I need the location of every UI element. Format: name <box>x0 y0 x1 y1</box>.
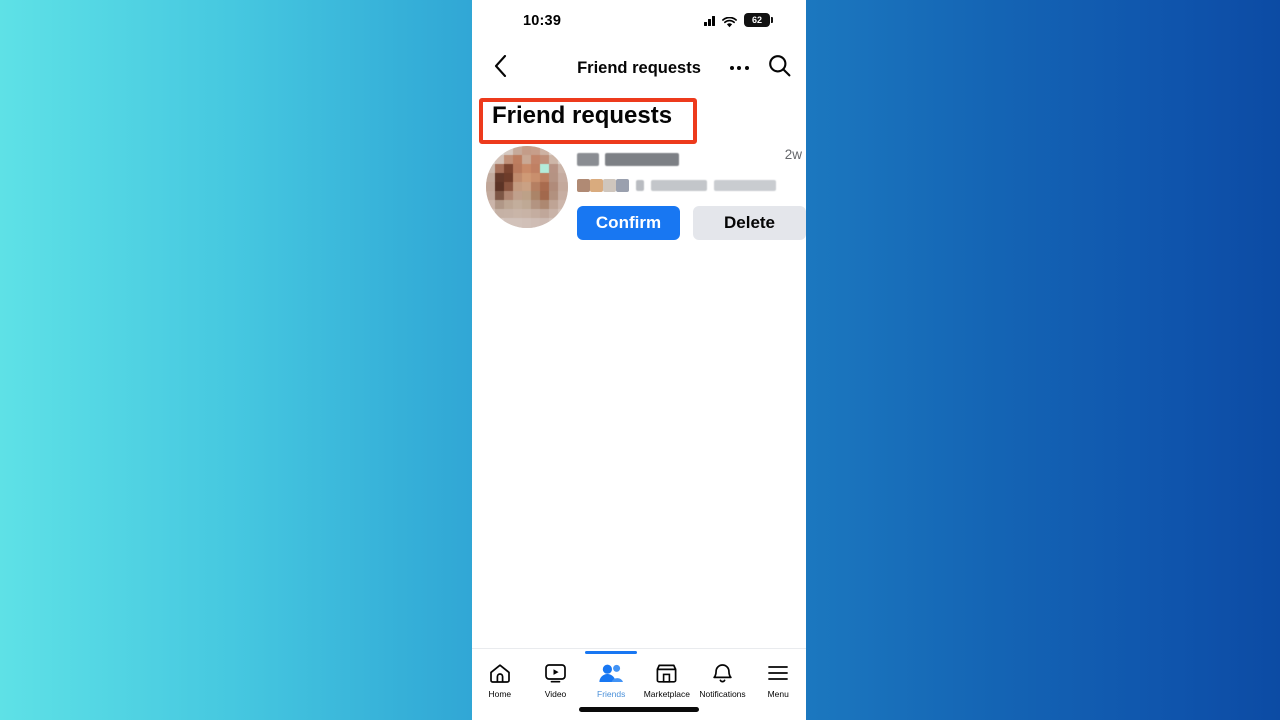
wifi-icon <box>722 15 737 27</box>
phone-screen: 10:39 62 Friend requests Friend requests… <box>472 0 806 720</box>
home-icon <box>489 662 511 684</box>
delete-button[interactable]: Delete <box>693 206 806 240</box>
status-time: 10:39 <box>523 13 562 29</box>
nav-label-notifications: Notifications <box>699 689 746 699</box>
home-indicator <box>579 707 699 712</box>
mutual-text-redacted-b <box>651 179 707 191</box>
nav-item-marketplace[interactable]: Marketplace <box>639 649 695 711</box>
app-bar-title: Friend requests <box>577 58 701 77</box>
nav-label-friends: Friends <box>597 689 626 699</box>
nav-item-menu[interactable]: Menu <box>750 649 806 711</box>
battery-icon: 62 <box>744 13 773 27</box>
mutual-text-redacted-c <box>714 179 776 191</box>
section-heading-wrap: Friend requests <box>472 94 806 144</box>
avatar[interactable] <box>486 146 568 228</box>
video-icon <box>544 662 567 684</box>
search-button[interactable] <box>762 44 796 92</box>
app-bar: Friend requests <box>472 44 806 92</box>
search-icon <box>768 54 791 82</box>
more-options-button[interactable] <box>724 44 754 92</box>
mutual-friends-line <box>577 178 806 192</box>
nav-item-notifications[interactable]: Notifications <box>695 649 751 711</box>
bell-icon <box>712 662 733 684</box>
friend-request-body: 2w Confirm Delete <box>568 144 806 240</box>
nav-item-home[interactable]: Home <box>472 649 528 711</box>
status-bar: 10:39 62 <box>472 0 806 44</box>
mutual-text-redacted-a <box>636 179 644 191</box>
more-options-icon <box>729 66 749 70</box>
hamburger-menu-icon <box>767 662 789 684</box>
battery-percent: 62 <box>751 15 762 25</box>
requester-name-redacted-b <box>605 152 679 166</box>
status-icons: 62 <box>704 13 773 27</box>
nav-label-video: Video <box>544 689 567 699</box>
cellular-signal-icon <box>704 15 715 26</box>
page-title: Friend requests <box>492 102 673 129</box>
requester-name <box>577 150 806 168</box>
active-tab-indicator <box>585 651 638 654</box>
requester-name-redacted-a <box>577 152 599 166</box>
request-actions: Confirm Delete <box>577 206 806 240</box>
nav-item-video[interactable]: Video <box>528 649 584 711</box>
mutual-friend-thumbnails <box>577 178 629 192</box>
confirm-button[interactable]: Confirm <box>577 206 680 240</box>
nav-label-marketplace: Marketplace <box>643 689 690 699</box>
nav-item-friends[interactable]: Friends <box>583 649 639 711</box>
friend-request-row[interactable]: 2w Confirm Delete <box>472 144 806 240</box>
marketplace-icon <box>655 662 678 684</box>
nav-label-menu: Menu <box>767 689 789 699</box>
nav-label-home: Home <box>488 689 512 699</box>
request-timestamp: 2w <box>784 147 802 162</box>
friends-icon <box>598 662 624 684</box>
